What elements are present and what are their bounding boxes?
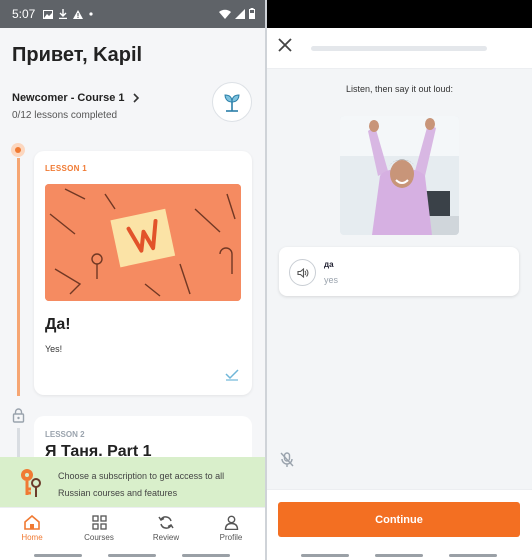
- home-screen: 5:07 Привет, Kapil Newcomer - Course 1 0…: [0, 0, 265, 560]
- lesson-label: LESSON 1: [45, 164, 87, 173]
- person-icon: [224, 515, 238, 530]
- lesson-title: Да!: [45, 316, 71, 333]
- level-badge[interactable]: [212, 82, 252, 122]
- nav-label: Profile: [219, 533, 243, 542]
- home-icon: [24, 515, 40, 530]
- microphone-off-icon[interactable]: [280, 452, 294, 468]
- nav-label: Courses: [84, 533, 114, 542]
- image-icon: [43, 9, 54, 19]
- timeline-current-dot: [11, 143, 25, 157]
- status-bar: 5:07: [0, 0, 265, 28]
- dot-icon: [89, 12, 93, 16]
- warning-icon: [73, 9, 84, 19]
- exercise-footer: Continue: [267, 489, 532, 553]
- checkmark-icon: [225, 369, 239, 381]
- timeline-line: [17, 158, 20, 396]
- exercise-header: [267, 28, 532, 69]
- wifi-icon: [219, 9, 231, 19]
- sprout-icon: [224, 94, 240, 112]
- nav-courses[interactable]: Courses: [69, 515, 129, 542]
- lesson-card[interactable]: LESSON 1 Да! Yes!: [34, 151, 252, 395]
- word-photo: [340, 116, 459, 235]
- nav-home[interactable]: Home: [2, 515, 62, 542]
- gesture-bar: [267, 552, 532, 560]
- continue-button[interactable]: Continue: [278, 502, 520, 537]
- timeline-line-locked: [17, 428, 20, 458]
- instruction-text: Listen, then say it out loud:: [345, 84, 454, 94]
- chevron-right-icon: [133, 93, 140, 103]
- greeting-title: Привет, Kapil: [12, 44, 143, 66]
- nav-profile[interactable]: Profile: [201, 515, 261, 542]
- course-title: Newcomer - Course 1: [12, 92, 125, 104]
- nav-label: Review: [152, 533, 180, 542]
- refresh-icon: [158, 516, 174, 529]
- nav-label: Home: [21, 533, 43, 542]
- lesson-label: LESSON 2: [45, 430, 85, 439]
- lock-icon: [12, 408, 25, 423]
- keys-icon: [21, 469, 41, 497]
- subscription-text: Choose a subscription to get access to a…: [58, 471, 225, 498]
- close-icon[interactable]: [277, 37, 293, 53]
- word-card[interactable]: да yes: [279, 247, 519, 296]
- signal-icon: [235, 8, 245, 19]
- battery-icon: [249, 8, 255, 19]
- lesson-progress-bar: [311, 46, 487, 51]
- lesson-illustration: [45, 184, 241, 301]
- download-icon: [59, 9, 68, 19]
- subscription-banner[interactable]: Choose a subscription to get access to a…: [0, 457, 265, 507]
- lessons-progress-text: 0/12 lessons completed: [12, 110, 118, 121]
- grid-icon: [91, 515, 107, 530]
- target-word: да: [324, 260, 334, 269]
- gesture-bar: [0, 552, 265, 560]
- exercise-screen: Listen, then say it out loud: да yes Con…: [267, 0, 532, 560]
- status-bar: [267, 0, 532, 28]
- lesson-subtitle: Yes!: [45, 344, 63, 354]
- word-translation: yes: [324, 275, 339, 285]
- bottom-nav: Home Courses Review Profile: [0, 507, 265, 553]
- status-time: 5:07: [12, 7, 36, 21]
- speaker-icon: [296, 267, 308, 278]
- play-audio-button[interactable]: [289, 259, 316, 286]
- nav-review[interactable]: Review: [136, 515, 196, 542]
- course-selector[interactable]: Newcomer - Course 1: [12, 92, 140, 104]
